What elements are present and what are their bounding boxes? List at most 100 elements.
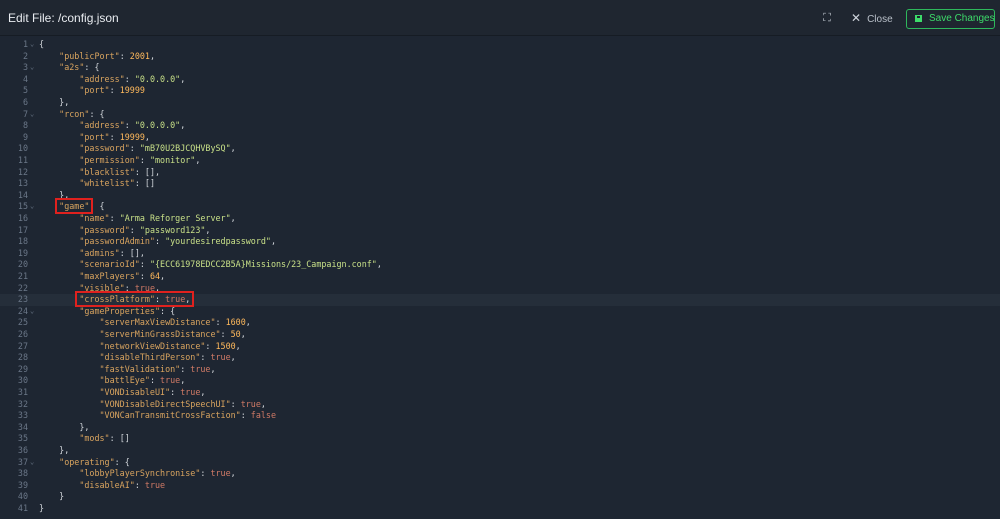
code-line[interactable]: 8 "address": "0.0.0.0", bbox=[0, 120, 1000, 132]
code-text: "name": "Arma Reforger Server", bbox=[79, 213, 236, 223]
code-text: } bbox=[39, 503, 45, 513]
code-line[interactable]: 32 "VONDisableDirectSpeechUI": true, bbox=[0, 399, 1000, 411]
line-number: 33 bbox=[17, 410, 28, 421]
code-line[interactable]: 30 "battlEye": true, bbox=[0, 375, 1000, 387]
line-number: 40 bbox=[17, 491, 28, 502]
line-number: 30 bbox=[17, 375, 28, 386]
code-text: }, bbox=[59, 445, 70, 455]
code-line[interactable]: 3 ⌄ "a2s": { bbox=[0, 62, 1000, 74]
line-number: 22 bbox=[17, 282, 28, 293]
save-changes-button[interactable]: Save Changes bbox=[906, 9, 995, 29]
code-text: "lobbyPlayerSynchronise": true, bbox=[79, 468, 236, 479]
code-text: "port": 19999 bbox=[79, 85, 145, 96]
fold-chevron-icon[interactable]: ⌄ bbox=[30, 39, 38, 51]
highlight-crossplatform-line bbox=[75, 291, 195, 308]
code-line[interactable]: 13 "whitelist": [] bbox=[0, 178, 1000, 190]
line-number: 24 bbox=[17, 305, 28, 316]
line-number: 37 bbox=[17, 456, 28, 467]
line-number: 32 bbox=[17, 398, 28, 409]
code-text: } bbox=[59, 491, 65, 502]
code-line[interactable]: 28 "disableThirdPerson": true, bbox=[0, 352, 1000, 364]
line-number: 41 bbox=[17, 503, 28, 513]
line-number: 38 bbox=[17, 468, 28, 479]
line-number: 2 bbox=[22, 50, 28, 61]
code-text: "scenarioId": "{ECC61978EDCC2B5A}Mission… bbox=[79, 259, 382, 270]
code-line[interactable]: 15 ⌄ "game": { bbox=[0, 201, 1000, 213]
code-line[interactable]: 2 "publicPort": 2001, bbox=[0, 51, 1000, 63]
code-line[interactable]: 19 "admins": [], bbox=[0, 248, 1000, 260]
code-line[interactable]: 34 }, bbox=[0, 422, 1000, 434]
code-text: "disableAI": true bbox=[79, 479, 166, 490]
code-line[interactable]: 6 }, bbox=[0, 97, 1000, 109]
code-line[interactable]: 1 ⌄{ bbox=[0, 39, 1000, 51]
line-number: 26 bbox=[17, 329, 28, 339]
code-text: "networkViewDistance": 1500, bbox=[99, 340, 241, 351]
code-line[interactable]: 24 ⌄ "gameProperties": { bbox=[0, 306, 1000, 318]
code-text: "VONDisableUI": true, bbox=[99, 387, 206, 397]
code-text: "VONDisableDirectSpeechUI": true, bbox=[99, 398, 266, 409]
line-number: 17 bbox=[17, 224, 28, 235]
code-line[interactable]: 40 } bbox=[0, 491, 1000, 503]
code-line[interactable]: 38 "lobbyPlayerSynchronise": true, bbox=[0, 468, 1000, 480]
fold-chevron-icon[interactable]: ⌄ bbox=[30, 62, 38, 74]
line-number: 1 bbox=[22, 39, 28, 49]
fold-chevron-icon[interactable]: ⌄ bbox=[30, 201, 38, 213]
fold-chevron-icon[interactable]: ⌄ bbox=[30, 109, 38, 121]
code-line[interactable]: 25 "serverMaxViewDistance": 1600, bbox=[0, 317, 1000, 329]
code-text: "password": "mB70U2BJCQHVBySQ", bbox=[79, 143, 236, 154]
code-line[interactable]: 39 "disableAI": true bbox=[0, 480, 1000, 492]
code-line[interactable]: 26 "serverMinGrassDistance": 50, bbox=[0, 329, 1000, 341]
code-line[interactable]: 5 "port": 19999 bbox=[0, 85, 1000, 97]
code-text: "serverMaxViewDistance": 1600, bbox=[99, 317, 251, 328]
code-text: "admins": [], bbox=[79, 247, 145, 258]
line-number: 34 bbox=[17, 421, 28, 432]
line-number: 18 bbox=[17, 236, 28, 247]
code-line[interactable]: 12 "blacklist": [], bbox=[0, 167, 1000, 179]
code-line[interactable]: 11 "permission": "monitor", bbox=[0, 155, 1000, 167]
close-button[interactable]: ✕ Close bbox=[851, 11, 893, 27]
line-number: 10 bbox=[17, 143, 28, 154]
line-number: 35 bbox=[17, 433, 28, 444]
code-line[interactable]: 16 "name": "Arma Reforger Server", bbox=[0, 213, 1000, 225]
line-number: 25 bbox=[17, 317, 28, 328]
code-line[interactable]: 9 "port": 19999, bbox=[0, 132, 1000, 144]
code-line[interactable]: 4 "address": "0.0.0.0", bbox=[0, 74, 1000, 86]
code-line[interactable]: 41} bbox=[0, 503, 1000, 515]
code-text: "whitelist": [] bbox=[79, 178, 155, 189]
code-text: "rcon": { bbox=[59, 108, 105, 119]
code-text: "fastValidation": true, bbox=[99, 363, 216, 374]
code-line[interactable]: 20 "scenarioId": "{ECC61978EDCC2B5A}Miss… bbox=[0, 259, 1000, 271]
fold-chevron-icon[interactable]: ⌄ bbox=[30, 457, 38, 469]
line-number: 31 bbox=[17, 387, 28, 397]
line-number: 21 bbox=[17, 271, 28, 281]
save-icon bbox=[915, 15, 922, 22]
code-line[interactable]: 36 }, bbox=[0, 445, 1000, 457]
code-text: }, bbox=[79, 421, 90, 432]
expand-icon[interactable]: ⛶ bbox=[819, 11, 835, 27]
code-text: "maxPlayers": 64, bbox=[79, 271, 166, 281]
code-line[interactable]: 31 "VONDisableUI": true, bbox=[0, 387, 1000, 399]
code-line[interactable]: 14 }, bbox=[0, 190, 1000, 202]
code-line[interactable]: 37 ⌄ "operating": { bbox=[0, 457, 1000, 469]
code-line[interactable]: 17 "password": "password123", bbox=[0, 225, 1000, 237]
code-line[interactable]: 33 "VONCanTransmitCrossFaction": false bbox=[0, 410, 1000, 422]
code-line[interactable]: 27 "networkViewDistance": 1500, bbox=[0, 341, 1000, 353]
line-number: 12 bbox=[17, 166, 28, 177]
code-editor[interactable]: 1 ⌄{2 "publicPort": 2001, 3 ⌄ "a2s": {4 "ad… bbox=[0, 36, 1000, 519]
line-number: 11 bbox=[17, 155, 28, 165]
line-number: 29 bbox=[17, 363, 28, 374]
line-number: 13 bbox=[17, 178, 28, 189]
code-line[interactable]: 35 "mods": [] bbox=[0, 433, 1000, 445]
code-line[interactable]: 7 ⌄ "rcon": { bbox=[0, 109, 1000, 121]
code-text: "mods": [] bbox=[79, 433, 130, 444]
line-number: 36 bbox=[17, 445, 28, 455]
code-text: "VONCanTransmitCrossFaction": false bbox=[99, 410, 277, 421]
line-number: 16 bbox=[17, 213, 28, 223]
code-line[interactable]: 10 "password": "mB70U2BJCQHVBySQ", bbox=[0, 143, 1000, 155]
code-text: "operating": { bbox=[59, 456, 130, 467]
fold-chevron-icon[interactable]: ⌄ bbox=[30, 306, 38, 318]
code-line[interactable]: 29 "fastValidation": true, bbox=[0, 364, 1000, 376]
code-line[interactable]: 18 "passwordAdmin": "yourdesiredpassword… bbox=[0, 236, 1000, 248]
code-line[interactable]: 21 "maxPlayers": 64, bbox=[0, 271, 1000, 283]
close-label: Close bbox=[867, 14, 893, 25]
